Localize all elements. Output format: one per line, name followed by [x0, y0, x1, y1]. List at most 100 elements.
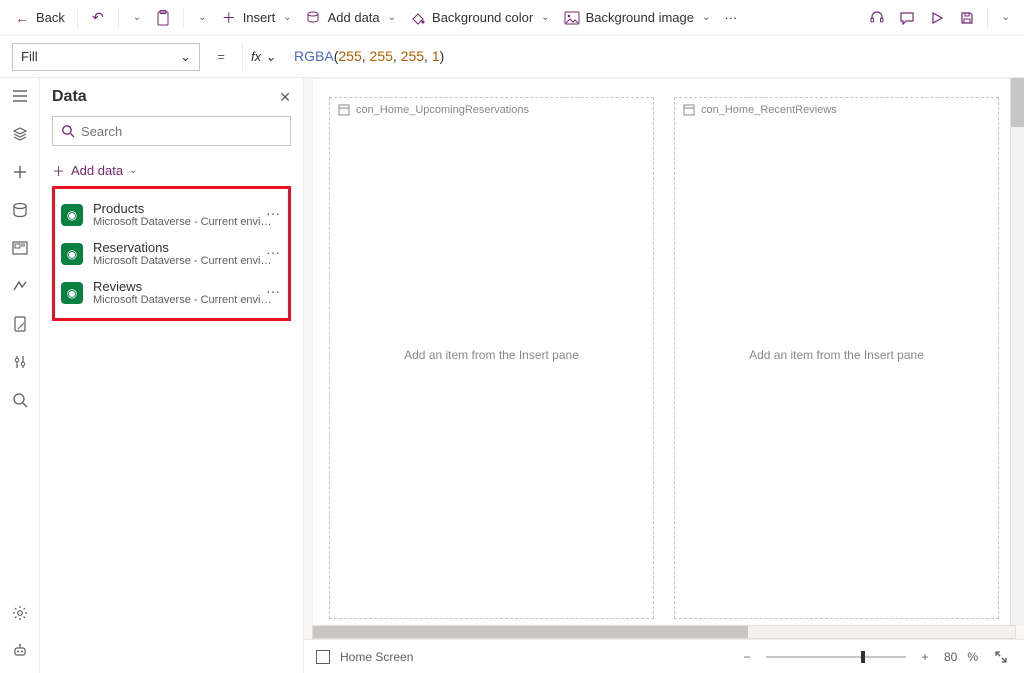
- media-rail-icon[interactable]: [10, 238, 30, 258]
- formula-bar: Fill ⌄ = fx⌄ RGBA(255, 255, 255, 1): [0, 36, 1024, 78]
- datasource-sub: Microsoft Dataverse - Current environm..…: [93, 294, 273, 306]
- add-data-label: Add data: [328, 10, 380, 25]
- chevron-down-icon: ⌄: [702, 12, 710, 23]
- image-icon: [564, 10, 580, 26]
- empty-text: Add an item from the Insert pane: [675, 348, 998, 362]
- zoom-slider[interactable]: [766, 656, 906, 658]
- horizontal-scrollbar[interactable]: [312, 625, 1016, 639]
- container-name: con_Home_RecentReviews: [701, 104, 837, 116]
- preview-button[interactable]: [923, 4, 951, 32]
- datasource-sub: Microsoft Dataverse - Current environm..…: [93, 255, 273, 267]
- flows-rail-icon[interactable]: [10, 276, 30, 296]
- panel-title: Data: [52, 88, 87, 106]
- chevron-down-icon: ⌄: [198, 12, 206, 23]
- close-panel-button[interactable]: ✕: [279, 89, 291, 106]
- insert-label: Insert: [243, 10, 276, 25]
- vertical-scrollbar[interactable]: [1010, 78, 1024, 625]
- main-area: Data ✕ ＋ Add data ⌄ ◉ Products Microsoft…: [0, 78, 1024, 673]
- chevron-down-icon: ⌄: [388, 12, 396, 23]
- fx-label[interactable]: fx⌄: [242, 43, 284, 71]
- play-icon: [929, 10, 945, 26]
- datasource-more[interactable]: ···: [266, 244, 280, 260]
- insert-rail-icon[interactable]: [10, 162, 30, 182]
- datasource-item-reservations[interactable]: ◉ Reservations Microsoft Dataverse - Cur…: [59, 234, 284, 273]
- search-rail-icon[interactable]: [10, 390, 30, 410]
- status-bar: Home Screen − + 80 %: [304, 639, 1024, 673]
- chat-icon: [899, 10, 915, 26]
- divider: [987, 8, 988, 28]
- equals-sign: =: [210, 49, 232, 64]
- database-icon: [306, 10, 322, 26]
- dataverse-icon: ◉: [61, 243, 83, 265]
- data-rail-icon[interactable]: [10, 200, 30, 220]
- headset-icon: [869, 10, 885, 26]
- add-data-label: Add data: [71, 163, 123, 178]
- chevron-down-icon: ⌄: [283, 12, 291, 23]
- datasource-item-reviews[interactable]: ◉ Reviews Microsoft Dataverse - Current …: [59, 273, 284, 312]
- bg-color-label: Background color: [432, 10, 533, 25]
- chevron-down-icon: ⌄: [133, 12, 141, 23]
- search-field[interactable]: [52, 116, 291, 146]
- chevron-down-icon: ⌄: [180, 49, 191, 65]
- variables-rail-icon[interactable]: [10, 314, 30, 334]
- save-menu[interactable]: ⌄: [994, 4, 1016, 32]
- undo-menu[interactable]: ⌄: [125, 4, 147, 32]
- add-data-link[interactable]: ＋ Add data ⌄: [52, 156, 291, 184]
- copilot-button[interactable]: [863, 4, 891, 32]
- data-panel: Data ✕ ＋ Add data ⌄ ◉ Products Microsoft…: [40, 78, 304, 673]
- datasource-item-products[interactable]: ◉ Products Microsoft Dataverse - Current…: [59, 195, 284, 234]
- save-button[interactable]: [953, 4, 981, 32]
- datasource-name: Reservations: [93, 240, 273, 255]
- clipboard-icon: [155, 10, 171, 26]
- bg-image-label: Background image: [586, 10, 694, 25]
- arrow-left-icon: ←: [14, 10, 30, 26]
- chevron-down-icon: ⌄: [265, 49, 276, 65]
- search-input[interactable]: [81, 124, 282, 139]
- settings-rail-icon[interactable]: [10, 603, 30, 623]
- paste-button[interactable]: [149, 4, 177, 32]
- chevron-down-icon: ⌄: [541, 12, 549, 23]
- app-canvas[interactable]: con_Home_UpcomingReservations Add an ite…: [312, 78, 1016, 625]
- search-icon: [61, 124, 75, 138]
- zoom-suffix: %: [967, 650, 978, 664]
- fit-to-window-button[interactable]: [994, 650, 1012, 664]
- more-label: ···: [724, 10, 737, 25]
- datasource-name: Products: [93, 201, 273, 216]
- datasource-sub: Microsoft Dataverse - Current environm..…: [93, 216, 273, 228]
- bg-color-button[interactable]: Background color ⌄: [404, 4, 556, 32]
- divider: [118, 8, 119, 28]
- datasource-more[interactable]: ···: [266, 283, 280, 299]
- container-reviews[interactable]: con_Home_RecentReviews Add an item from …: [674, 97, 999, 619]
- virtual-agent-icon[interactable]: [10, 641, 30, 661]
- comments-button[interactable]: [893, 4, 921, 32]
- back-button[interactable]: ← Back: [8, 4, 71, 32]
- plus-icon: ＋: [221, 10, 237, 26]
- back-label: Back: [36, 10, 65, 25]
- container-upcoming[interactable]: con_Home_UpcomingReservations Add an ite…: [329, 97, 654, 619]
- formula-input[interactable]: RGBA(255, 255, 255, 1): [294, 48, 1012, 65]
- zoom-in-button[interactable]: +: [916, 650, 934, 664]
- property-selector[interactable]: Fill ⌄: [12, 43, 200, 71]
- advanced-tools-icon[interactable]: [10, 352, 30, 372]
- screen-checkbox[interactable]: [316, 650, 330, 664]
- bg-image-button[interactable]: Background image ⌄: [558, 4, 717, 32]
- fn-name: RGBA: [294, 48, 334, 64]
- undo-button[interactable]: ↶: [84, 4, 112, 32]
- property-label: Fill: [21, 49, 38, 64]
- screen-name: Home Screen: [340, 650, 413, 664]
- canvas-area: con_Home_UpcomingReservations Add an ite…: [304, 78, 1024, 673]
- divider: [77, 8, 78, 28]
- plus-icon: ＋: [52, 161, 65, 180]
- dataverse-icon: ◉: [61, 282, 83, 304]
- left-rail: [0, 78, 40, 673]
- tree-view-icon[interactable]: [10, 86, 30, 106]
- layers-icon[interactable]: [10, 124, 30, 144]
- more-commands[interactable]: ···: [718, 4, 743, 32]
- zoom-out-button[interactable]: −: [738, 650, 756, 664]
- datasource-more[interactable]: ···: [266, 205, 280, 221]
- insert-button[interactable]: ＋ Insert ⌄: [215, 4, 298, 32]
- undo-icon: ↶: [90, 10, 106, 26]
- add-data-button[interactable]: Add data ⌄: [300, 4, 402, 32]
- paste-menu[interactable]: ⌄: [190, 4, 212, 32]
- chevron-down-icon: ⌄: [129, 165, 137, 176]
